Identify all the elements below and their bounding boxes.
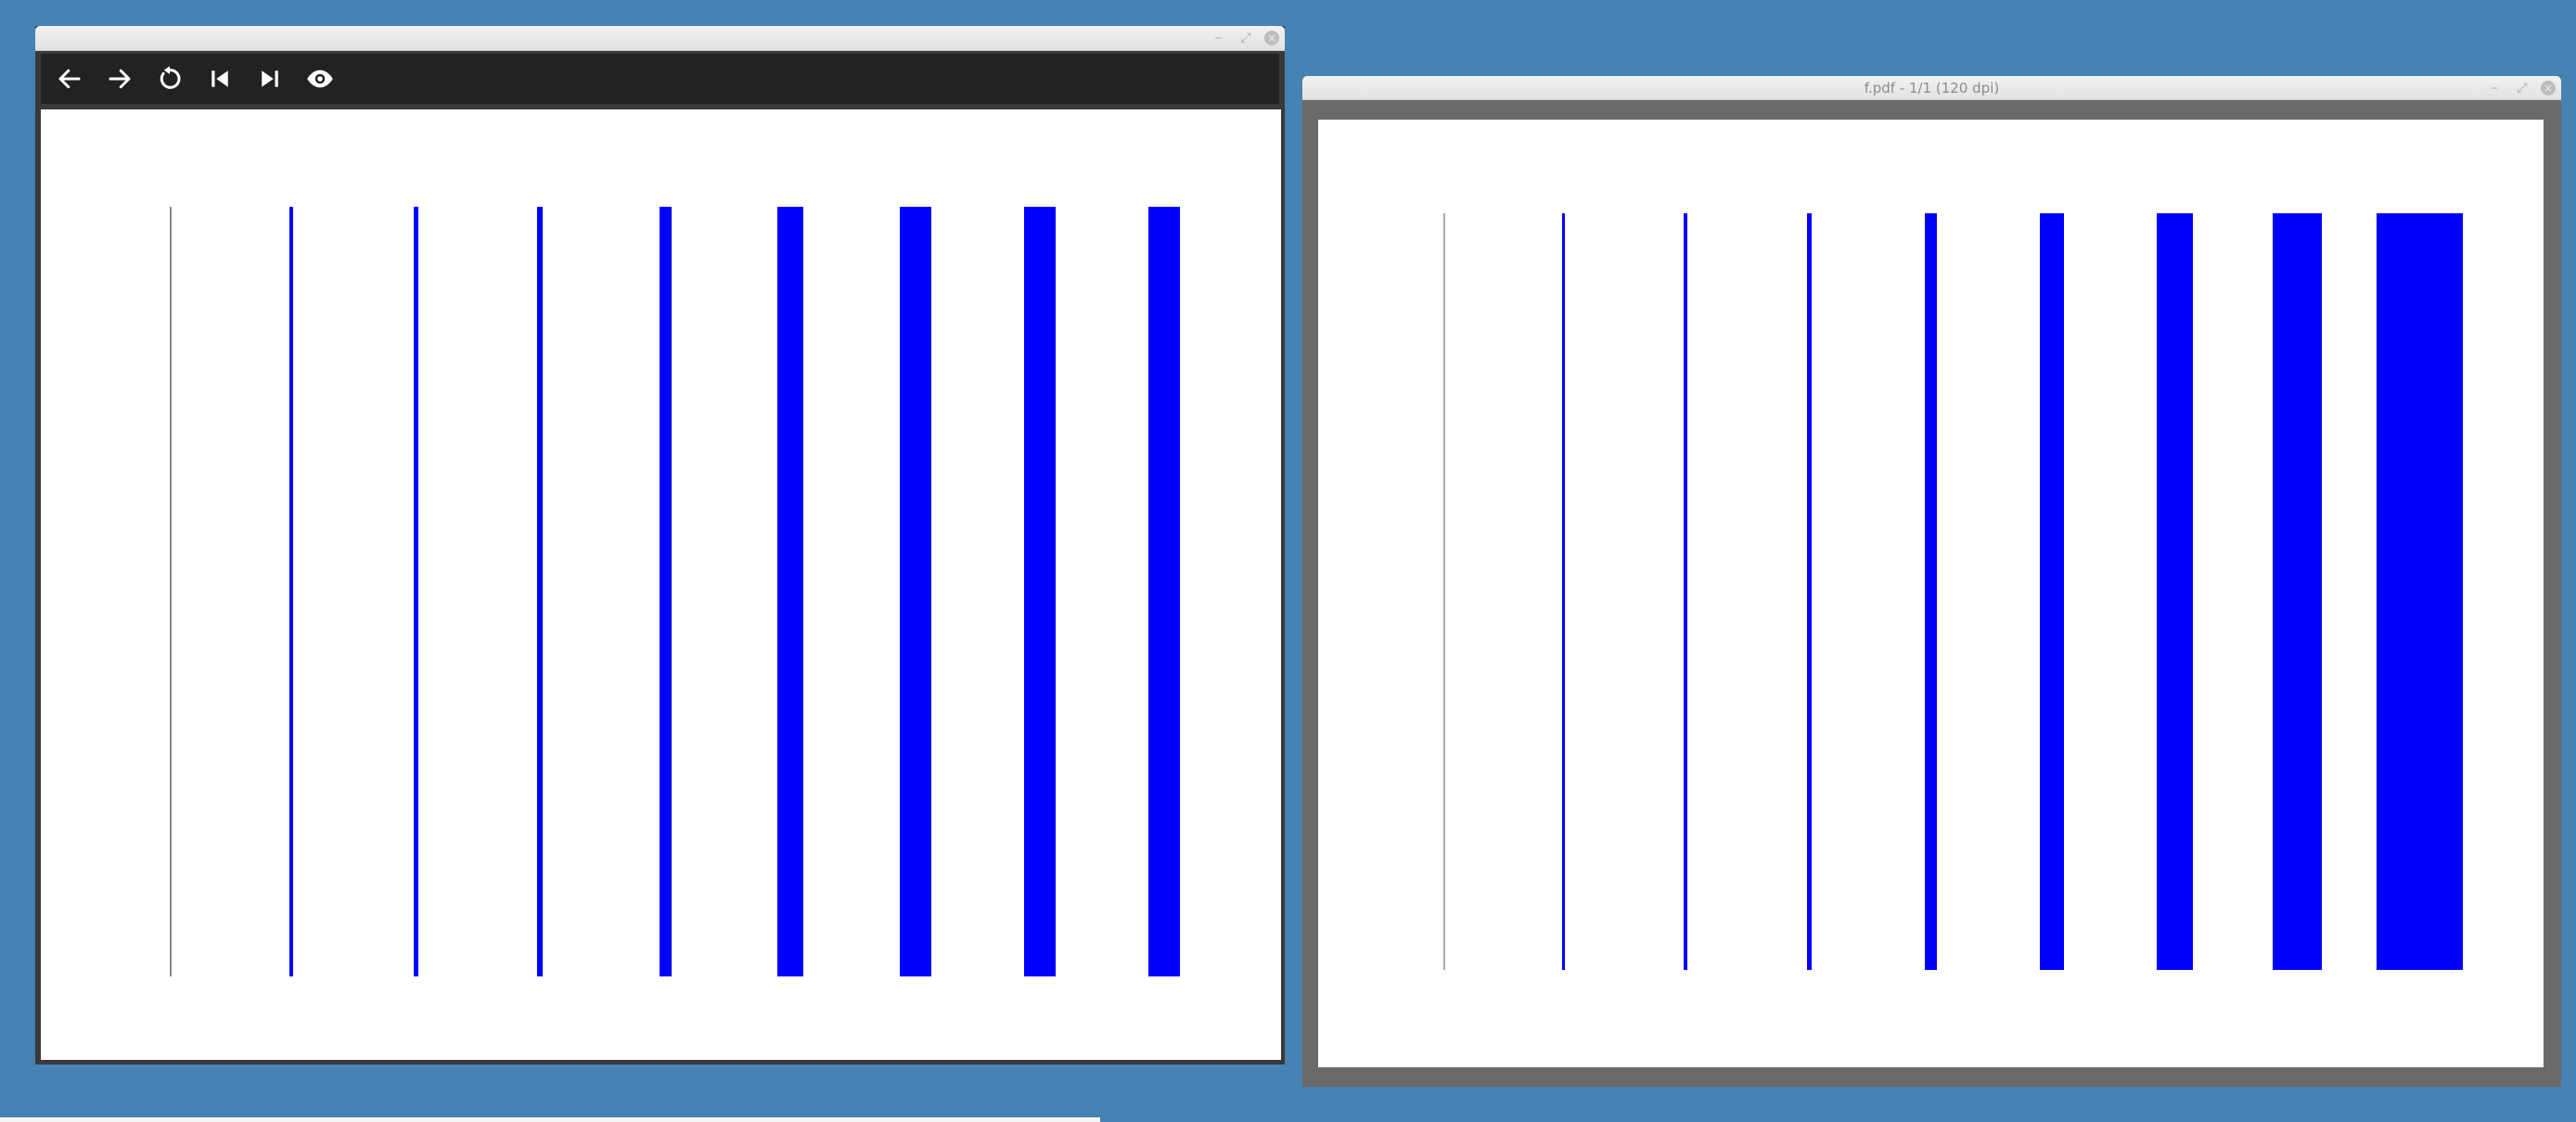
stroke-line-1 (1443, 213, 1445, 970)
view-button[interactable] (302, 61, 338, 96)
taskbar-edge (0, 1117, 1100, 1122)
first-page-button[interactable] (202, 61, 237, 96)
close-button[interactable]: × (1264, 31, 1279, 45)
stroke-line-8 (2273, 213, 2322, 970)
left-viewer-window: – ⤢ × (35, 26, 1285, 1065)
stroke-line-2 (1562, 213, 1565, 970)
skip-first-icon (211, 70, 228, 87)
stroke-line-6 (777, 207, 803, 976)
arrow-left-icon (58, 69, 81, 89)
right-window-titlebar[interactable]: f.pdf - 1/1 (120 dpi) – ⤢ × (1302, 76, 2561, 100)
close-button[interactable]: × (2541, 80, 2556, 96)
maximize-button[interactable]: ⤢ (2513, 79, 2531, 97)
left-window-titlebar[interactable]: – ⤢ × (35, 26, 1285, 51)
stroke-line-2 (289, 207, 293, 976)
right-viewer-window: f.pdf - 1/1 (120 dpi) – ⤢ × (1302, 76, 2561, 1087)
eye-icon (307, 70, 333, 88)
reload-icon (160, 66, 181, 89)
stroke-line-4 (537, 207, 543, 976)
minimize-button[interactable]: – (1209, 29, 1227, 47)
stroke-line-3 (1684, 213, 1687, 970)
last-page-button[interactable] (252, 61, 288, 96)
right-window-title: f.pdf - 1/1 (120 dpi) (1864, 80, 2000, 96)
left-document-page (41, 109, 1281, 1060)
stroke-line-9 (2377, 213, 2463, 970)
stroke-line-5 (1925, 213, 1937, 970)
right-document-page (1318, 120, 2544, 1067)
stroke-line-6 (2040, 213, 2064, 970)
maximize-button[interactable]: ⤢ (1237, 29, 1255, 47)
stroke-line-8 (1024, 207, 1056, 976)
stroke-line-1 (170, 207, 172, 976)
minimize-button[interactable]: – (2485, 79, 2504, 97)
stroke-line-7 (2157, 213, 2193, 970)
forward-button[interactable] (102, 61, 137, 96)
reload-button[interactable] (152, 61, 187, 96)
stroke-line-3 (414, 207, 418, 976)
stroke-line-4 (1807, 213, 1812, 970)
skip-last-icon (262, 70, 278, 87)
left-window-title (35, 26, 1285, 50)
back-button[interactable] (52, 61, 87, 96)
stroke-line-7 (900, 207, 931, 976)
stroke-line-5 (660, 207, 672, 976)
arrow-right-icon (109, 69, 131, 89)
viewer-toolbar (41, 54, 1279, 104)
stroke-line-9 (1148, 207, 1180, 976)
